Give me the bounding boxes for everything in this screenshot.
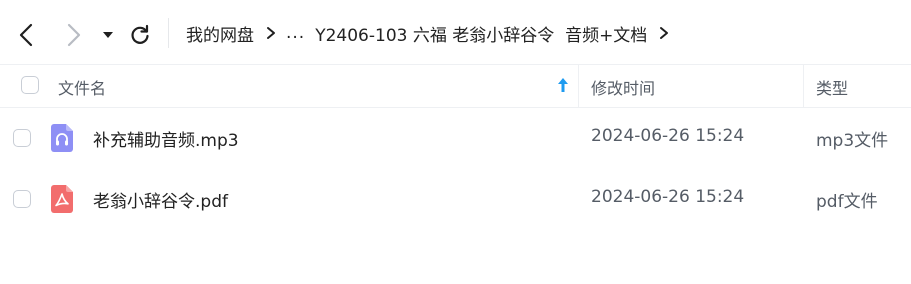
chevron-right-icon: [266, 26, 276, 40]
nav-divider: [168, 18, 169, 48]
breadcrumb-root[interactable]: 我的网盘: [186, 21, 254, 46]
file-name[interactable]: 老翁小辞谷令.pdf: [93, 187, 228, 212]
caret-down-icon: [103, 32, 113, 38]
row-checkbox[interactable]: [13, 129, 31, 147]
row-checkbox[interactable]: [13, 190, 31, 208]
pdf-file-icon: [51, 185, 73, 213]
back-button[interactable]: [12, 20, 42, 50]
file-row[interactable]: 补充辅助音频.mp3 2024-06-26 15:24 mp3文件: [0, 110, 911, 166]
column-header-name[interactable]: 文件名: [58, 75, 106, 99]
file-modified-time: 2024-06-26 15:24: [591, 126, 745, 146]
arrow-up-icon[interactable]: [556, 76, 570, 94]
file-list-header: 文件名 修改时间 类型: [0, 64, 911, 108]
file-name[interactable]: 补充辅助音频.mp3: [93, 126, 239, 151]
file-row[interactable]: 老翁小辞谷令.pdf 2024-06-26 15:24 pdf文件: [0, 171, 911, 227]
chevron-left-icon: [19, 23, 33, 47]
chevron-right-icon: [67, 23, 81, 47]
audio-file-icon: [51, 124, 73, 152]
file-browser: 我的网盘 ... Y2406-103 六福 老翁小辞谷令 音频+文档 文件名 修…: [0, 0, 911, 284]
file-type: pdf文件: [816, 192, 878, 212]
file-modified-time: 2024-06-26 15:24: [591, 187, 745, 207]
column-divider[interactable]: [803, 64, 804, 107]
breadcrumb-current-folder[interactable]: Y2406-103 六福 老翁小辞谷令 音频+文档: [315, 21, 647, 46]
breadcrumb: 我的网盘 ... Y2406-103 六福 老翁小辞谷令 音频+文档: [186, 18, 679, 48]
select-all-checkbox[interactable]: [21, 76, 39, 94]
forward-button[interactable]: [58, 20, 88, 50]
breadcrumb-ellipsis[interactable]: ...: [286, 23, 305, 43]
history-dropdown-button[interactable]: [98, 22, 118, 48]
refresh-icon: [131, 24, 149, 44]
refresh-button[interactable]: [125, 20, 155, 50]
column-divider[interactable]: [578, 64, 579, 107]
navigation-bar: 我的网盘 ... Y2406-103 六福 老翁小辞谷令 音频+文档: [0, 0, 911, 65]
chevron-right-icon[interactable]: [659, 26, 669, 40]
column-header-type[interactable]: 类型: [816, 75, 848, 99]
column-header-modified-time[interactable]: 修改时间: [591, 75, 655, 99]
file-type: mp3文件: [816, 131, 889, 151]
